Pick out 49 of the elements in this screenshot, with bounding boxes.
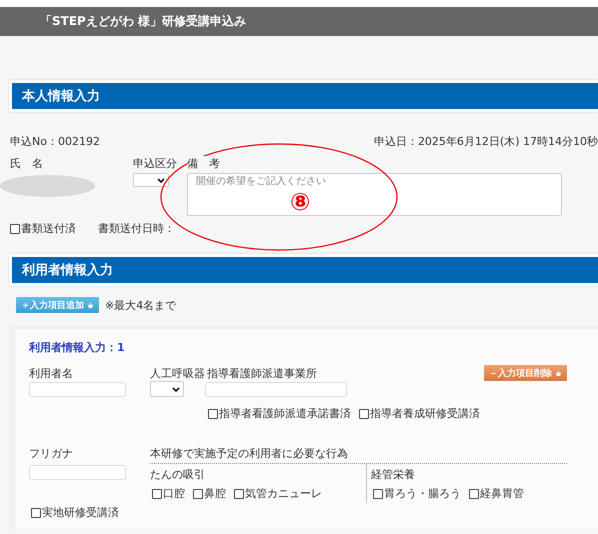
page-title: 「STEPえどがわ 様」研修受講申込み [40,13,246,30]
field-label: 本研修で実施予定の利用者に必要な行為 [150,447,348,460]
checkbox[interactable] [469,488,479,498]
chevron-down-icon [157,178,165,182]
group-label: 経管栄養 [371,467,416,482]
application-date: 申込日：2025年6月12日(木) 17時14分10秒 [374,134,598,149]
chevron-down-icon [172,386,180,392]
checkbox[interactable] [234,488,244,498]
note-text: ※最大4名まで [105,298,176,312]
hand-icon [555,370,562,376]
ventilator-select[interactable] [150,381,184,397]
checkbox[interactable] [152,488,162,498]
application-number: 申込No：002192 [10,134,100,149]
checkbox-label: 胃ろう・腸ろう [384,486,461,501]
field-label: 指導看護師派遣事業所 [207,366,318,380]
field-label: 利用者名 [29,366,74,380]
checkbox-label: 気管カニューレ [245,486,322,501]
checkbox[interactable] [373,488,383,498]
checkbox-label: 鼻腔 [204,486,226,501]
group-label: たんの吸引 [150,467,206,482]
user-name-input[interactable] [29,382,126,396]
checkbox-label: 指導者養成研修受講済 [370,406,480,421]
checkbox[interactable] [10,224,20,234]
checkbox-label: 経鼻胃管 [480,486,524,501]
entry-title: 利用者情報入力：1 [29,341,125,354]
checkbox-label: 口腔 [163,486,185,501]
category-select[interactable] [133,173,169,187]
checkbox[interactable] [208,408,218,418]
add-entry-button[interactable]: ＋入力項目追加 [16,297,99,313]
section-title: 利用者情報入力 [22,262,113,279]
checkbox-label: 実地研修受講済 [42,505,119,520]
checkbox[interactable] [359,408,369,418]
field-label: 氏 名 [10,156,43,171]
section-title: 本人情報入力 [22,88,100,105]
checkbox-label: 書類送付済 [21,221,76,236]
checkbox[interactable] [31,508,41,518]
field-label: 申込区分 [133,156,177,171]
delete-entry-button[interactable]: －入力項目削除 [484,365,567,381]
field-label: フリガナ [29,446,73,461]
agency-input[interactable] [205,382,347,396]
field-label: 備 考 [187,156,220,171]
checkbox[interactable] [193,488,203,498]
field-label: 書類送付日時： [98,221,175,236]
hand-icon [87,302,94,308]
field-label: 人工呼吸器 [150,366,206,380]
kana-input[interactable] [29,465,126,480]
checkbox-label: 指導者看護師派遣承諾書済 [219,406,351,421]
placeholder: 開催の希望をご記入ください [196,176,326,187]
annotation-number: ⑧ [290,190,310,214]
